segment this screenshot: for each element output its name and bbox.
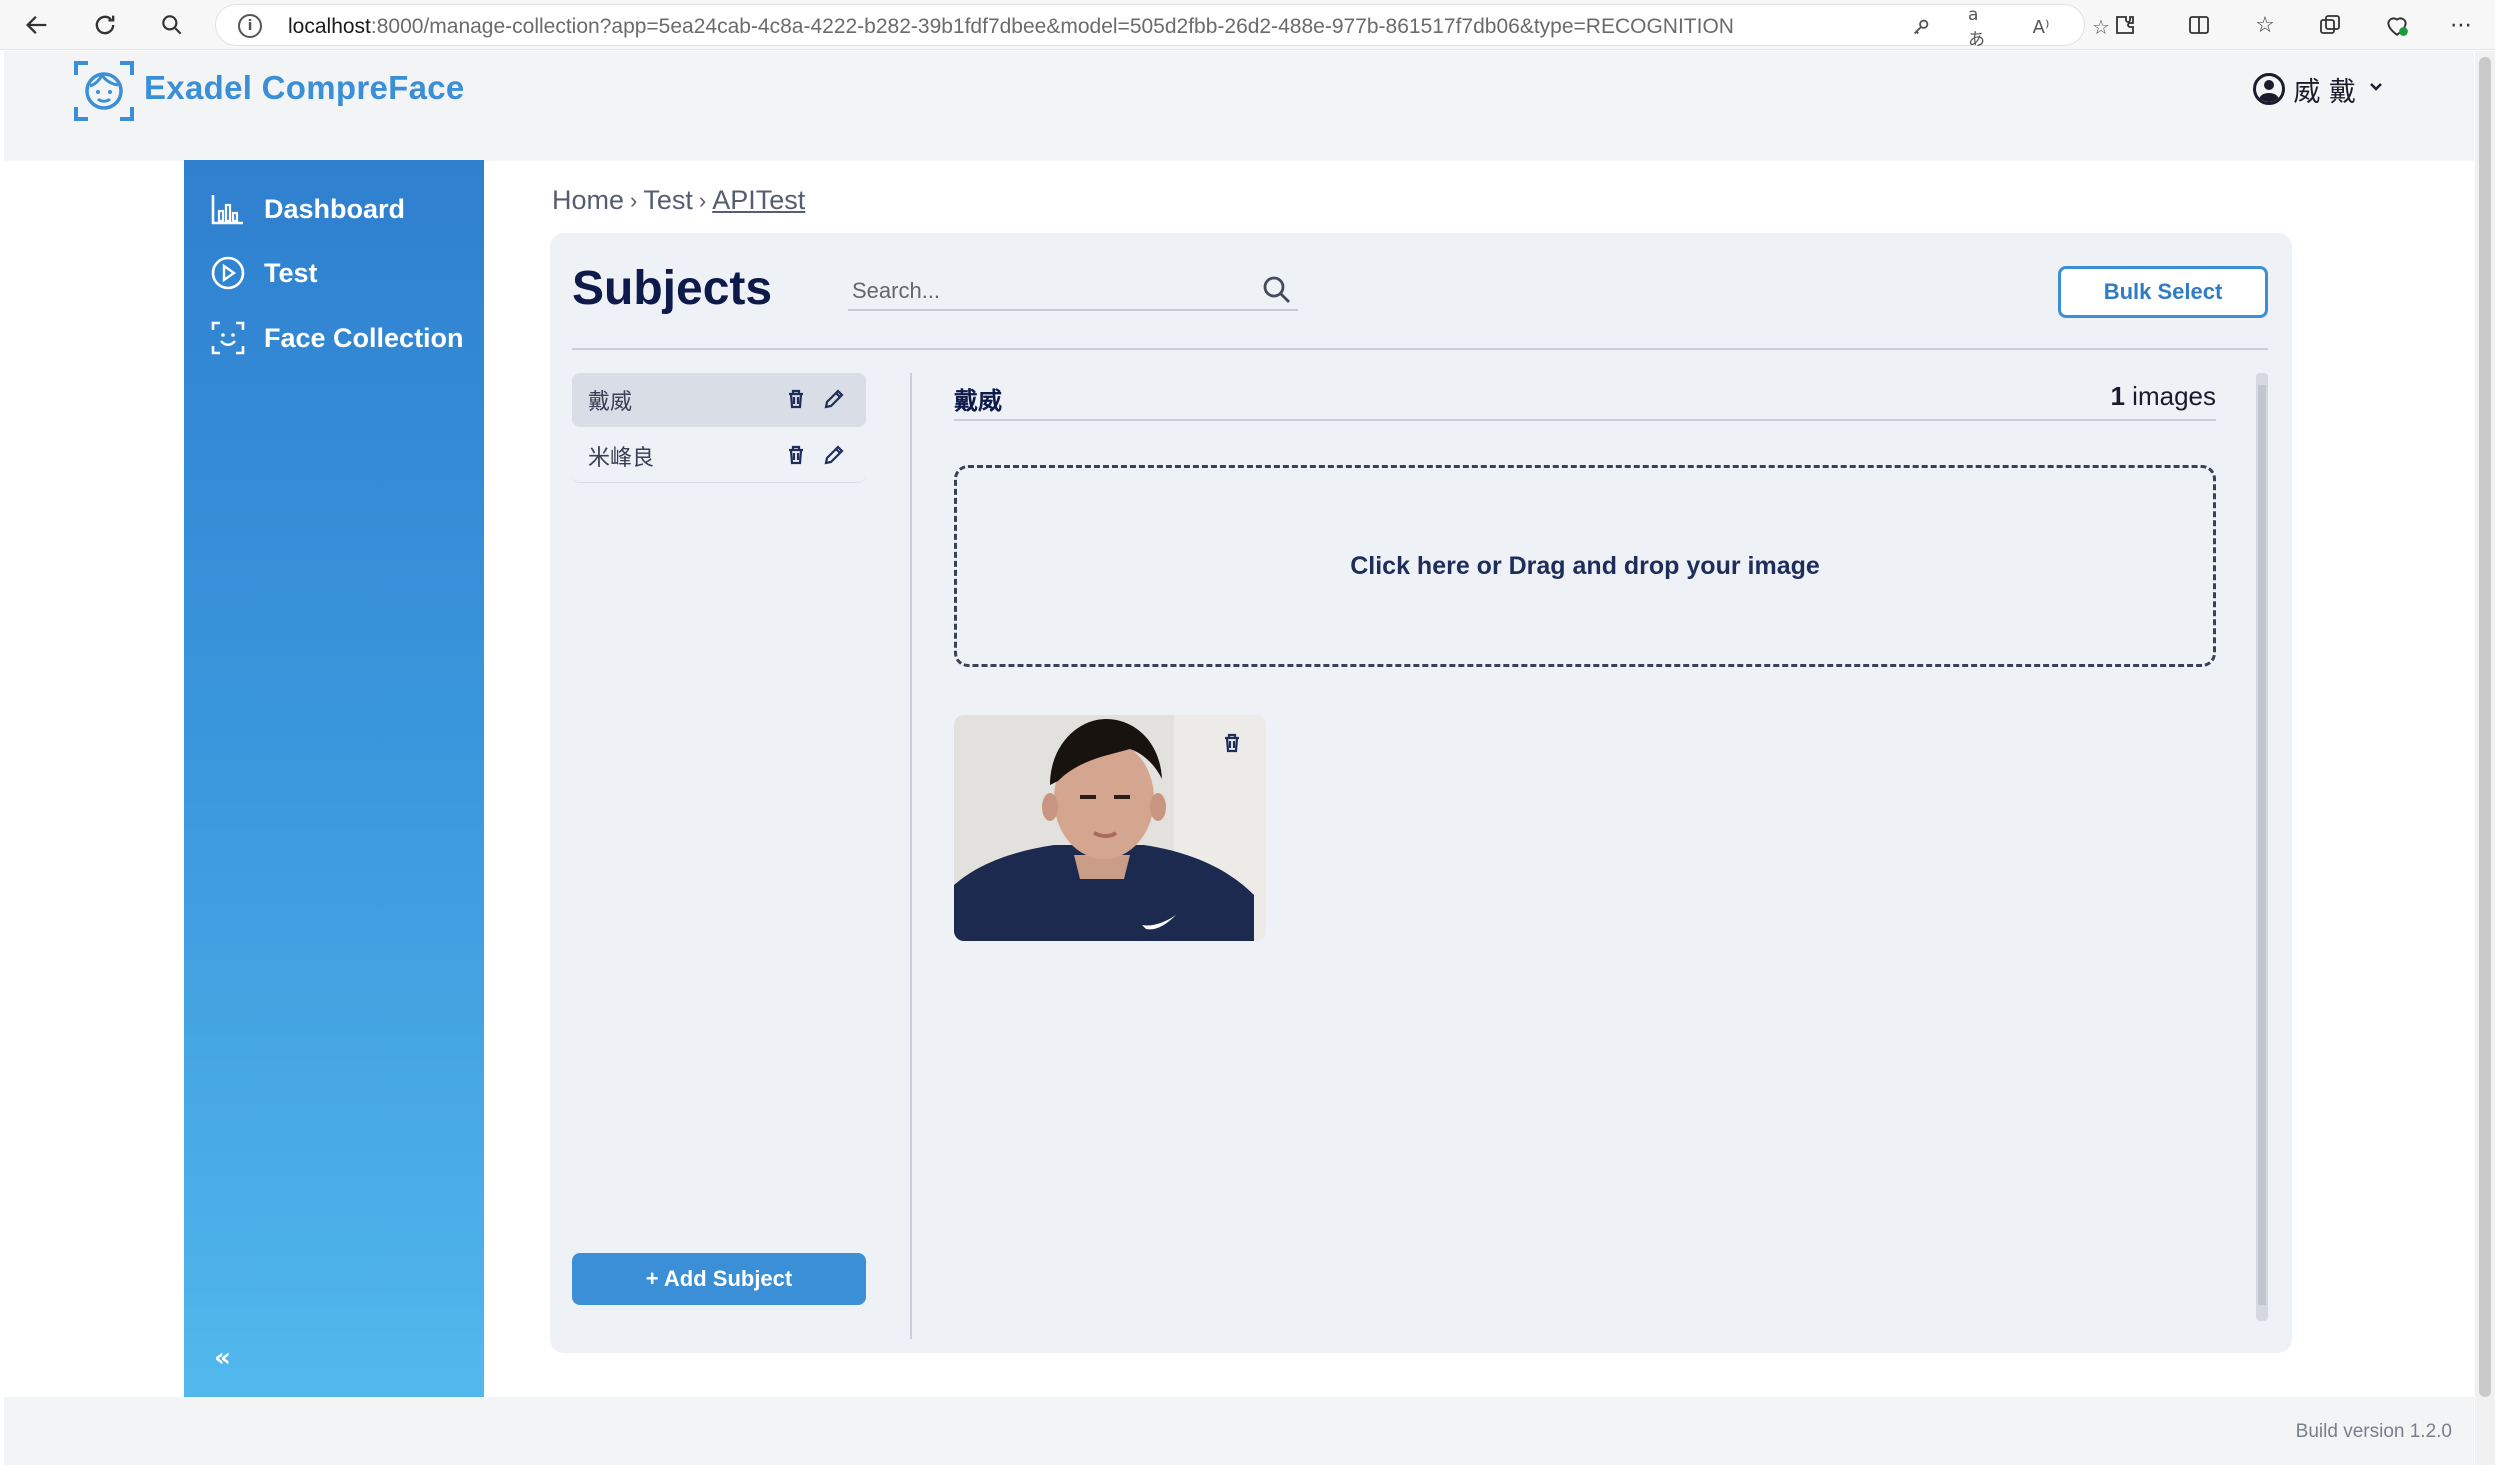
sidebar-item-label: Dashboard	[264, 193, 406, 224]
translate-icon[interactable]: aあ	[1968, 5, 1994, 50]
account-icon	[2253, 73, 2286, 105]
search-input[interactable]	[848, 273, 1228, 309]
more-menu-icon[interactable]: ⋯	[2446, 10, 2476, 40]
favorites-icon[interactable]: ☆	[2250, 10, 2280, 40]
read-aloud-icon[interactable]: A⁾	[2028, 14, 2054, 40]
extensions-icon[interactable]	[2110, 10, 2140, 40]
face-scan-icon	[210, 320, 246, 356]
sidebar: Dashboard Test Face Collection «	[184, 160, 484, 1397]
reload-icon[interactable]	[90, 10, 120, 40]
user-name: 威 戴	[2293, 76, 2356, 108]
play-circle-icon	[210, 255, 246, 291]
back-icon[interactable]	[22, 10, 52, 40]
browser-toolbar: i localhost:8000/manage-collection?app=5…	[0, 0, 2495, 50]
site-info-icon[interactable]: i	[238, 14, 262, 38]
search-field[interactable]	[848, 273, 1298, 311]
divider	[572, 348, 2268, 350]
address-bar[interactable]: i localhost:8000/manage-collection?app=5…	[215, 4, 2110, 50]
sidebar-item-face-collection[interactable]: Face Collection	[210, 315, 464, 361]
search-icon[interactable]	[1262, 275, 1292, 305]
user-menu[interactable]: 威 戴	[2253, 69, 2384, 109]
chevron-down-icon	[2368, 79, 2384, 100]
sidebar-item-dashboard[interactable]: Dashboard	[210, 186, 405, 232]
edit-icon[interactable]	[822, 387, 846, 411]
subject-detail: 戴威 1 images Click here or Drag and drop …	[954, 373, 2216, 1333]
breadcrumb-home[interactable]: Home	[552, 185, 624, 216]
subject-list-item[interactable]: 戴威	[572, 373, 866, 427]
url-text[interactable]: localhost:8000/manage-collection?app=5ea…	[288, 15, 1734, 39]
compreface-logo-icon[interactable]	[72, 59, 136, 123]
subject-detail-header: 戴威 1 images	[954, 373, 2216, 421]
breadcrumb-app[interactable]: Test	[643, 185, 693, 216]
image-dropzone[interactable]: Click here or Drag and drop your image	[954, 465, 2216, 667]
subjects-list: 戴威 米峰良 + Add Subject	[572, 373, 866, 1313]
subject-name: 米峰良	[588, 445, 655, 471]
page-title: Subjects	[572, 262, 773, 315]
delete-icon[interactable]	[784, 443, 808, 467]
delete-image-icon[interactable]	[1220, 731, 1244, 755]
app-header: Exadel CompreFace 威 戴	[4, 51, 2474, 161]
key-icon[interactable]	[1908, 14, 1934, 40]
breadcrumb-separator: ›	[698, 187, 707, 213]
bar-chart-icon	[210, 191, 246, 227]
collapse-sidebar-icon[interactable]: «	[214, 1343, 231, 1373]
add-subject-button[interactable]: + Add Subject	[572, 1253, 866, 1305]
breadcrumb-model[interactable]: APITest	[712, 185, 805, 216]
page-scrollbar-thumb[interactable]	[2479, 57, 2491, 1397]
sidebar-item-label: Face Collection	[264, 322, 464, 353]
dropzone-text: Click here or Drag and drop your image	[1350, 551, 1820, 580]
subjects-card: Subjects Bulk Select 戴威 米峰良 + Add Subjec…	[550, 233, 2292, 1353]
sidebar-item-label: Test	[264, 257, 318, 288]
breadcrumb-separator: ›	[630, 187, 638, 213]
detail-scrollbar-thumb[interactable]	[2258, 385, 2266, 1305]
app-logo-text[interactable]: Exadel CompreFace	[144, 69, 465, 107]
subject-detail-name: 戴威	[954, 387, 1002, 415]
sidebar-item-test[interactable]: Test	[210, 250, 318, 296]
edit-icon[interactable]	[822, 443, 846, 467]
image-count: 1 images	[2110, 381, 2216, 411]
footer: Build version 1.2.0	[4, 1397, 2474, 1465]
page-scrollbar[interactable]	[2475, 51, 2495, 1465]
detail-scrollbar[interactable]	[2256, 373, 2268, 1321]
delete-icon[interactable]	[784, 387, 808, 411]
vertical-divider	[910, 373, 912, 1339]
subject-list-item[interactable]: 米峰良	[572, 429, 866, 483]
breadcrumb: Home › Test › APITest	[552, 185, 805, 216]
search-icon[interactable]	[157, 10, 187, 40]
bulk-select-button[interactable]: Bulk Select	[2058, 266, 2268, 318]
split-screen-icon[interactable]	[2184, 10, 2214, 40]
collections-icon[interactable]	[2315, 10, 2345, 40]
build-version: Build version 1.2.0	[2295, 1421, 2452, 1442]
face-image-thumbnail[interactable]	[954, 715, 1266, 941]
subject-name: 戴威	[588, 390, 633, 415]
browser-essentials-icon[interactable]	[2382, 10, 2412, 40]
